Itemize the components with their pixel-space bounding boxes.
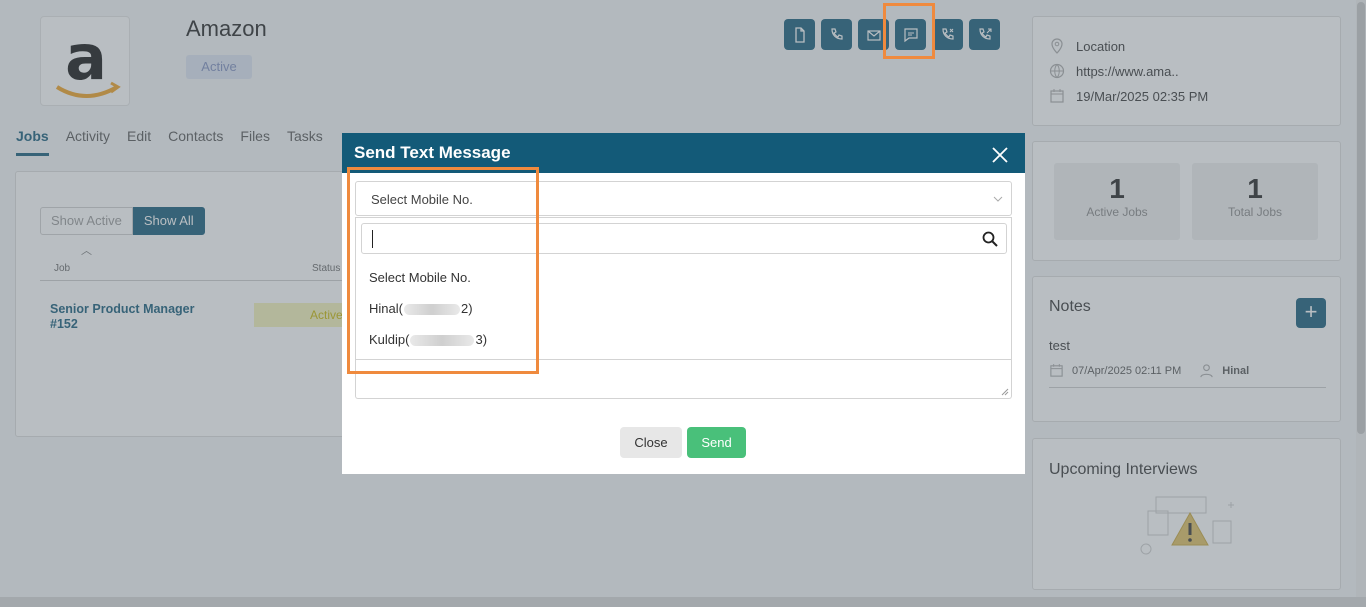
search-icon (982, 231, 998, 247)
dropdown-highlight (347, 167, 539, 374)
close-button[interactable]: Close (620, 427, 682, 458)
resize-handle-icon[interactable] (1001, 388, 1009, 396)
dialog-title: Send Text Message (354, 143, 511, 162)
send-button[interactable]: Send (687, 427, 746, 458)
close-icon[interactable] (991, 146, 1009, 164)
sms-button-highlight (883, 3, 935, 59)
chevron-down-icon (993, 196, 1003, 202)
